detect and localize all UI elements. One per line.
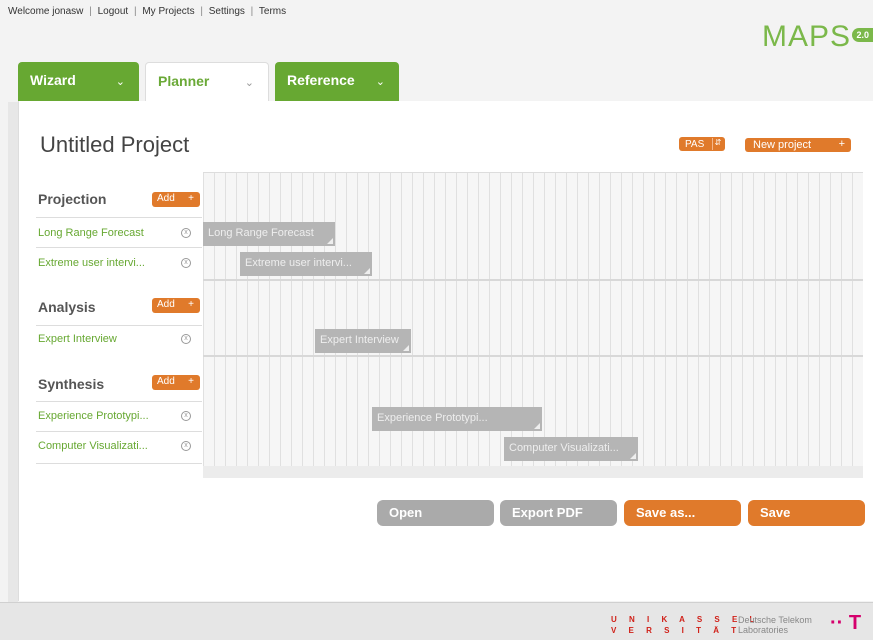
logout-link[interactable]: Logout [98, 6, 129, 17]
resize-handle-icon[interactable] [630, 453, 636, 459]
updown-arrows-icon: ⇵ [712, 138, 723, 150]
add-label: Add [157, 376, 175, 387]
timeline-bar[interactable]: Expert Interview [315, 329, 411, 353]
pas-select[interactable]: PAS ⇵ [679, 137, 725, 151]
bar-label: Experience Prototypi... [377, 412, 488, 424]
section-projection: Projection [38, 191, 107, 207]
tab-wizard[interactable]: Wizard ⌄ [18, 62, 139, 102]
list-divider [36, 401, 202, 402]
resize-handle-icon[interactable] [327, 238, 333, 244]
add-synthesis-button[interactable]: Add + [152, 375, 200, 390]
list-divider [36, 217, 202, 218]
section-analysis: Analysis [38, 299, 96, 315]
list-divider [36, 247, 202, 248]
settings-link[interactable]: Settings [209, 6, 245, 17]
dt-line: Deutsche Telekom [738, 615, 812, 625]
telekom-logo: ·· T · [830, 612, 862, 640]
my-projects-link[interactable]: My Projects [142, 6, 194, 17]
timeline-bar[interactable]: Long Range Forecast [203, 222, 335, 246]
remove-icon[interactable]: x [181, 441, 191, 451]
nav-separator: | [89, 6, 92, 17]
list-item[interactable]: Computer Visualizati... [38, 440, 148, 452]
list-divider [36, 431, 202, 432]
top-nav: Welcome jonasw | Logout | My Projects | … [8, 6, 289, 17]
new-project-label: New project [753, 139, 812, 151]
timeline-bar[interactable]: Computer Visualizati... [504, 437, 638, 461]
list-item[interactable]: Expert Interview [38, 333, 117, 345]
nav-separator: | [133, 6, 137, 17]
dt-line: Laboratories [738, 625, 789, 635]
chevron-down-icon: ⌄ [244, 77, 254, 89]
section-divider [203, 279, 863, 281]
version-badge: 2.0 [852, 28, 873, 42]
plus-icon: + [188, 376, 194, 387]
save-as-button[interactable]: Save as... [624, 500, 741, 526]
list-item[interactable]: Extreme user intervi... [38, 257, 145, 269]
section-synthesis: Synthesis [38, 376, 105, 392]
bar-label: Expert Interview [320, 334, 399, 346]
bar-label: Long Range Forecast [208, 227, 314, 239]
bar-label: Computer Visualizati... [509, 442, 619, 454]
save-button[interactable]: Save [748, 500, 865, 526]
section-divider [203, 355, 863, 357]
terms-link[interactable]: Terms [259, 6, 286, 17]
add-label: Add [157, 193, 175, 204]
tab-planner[interactable]: Planner ⌄ [145, 62, 269, 102]
panel-shadow [8, 102, 18, 602]
timeline-bar[interactable]: Experience Prototypi... [372, 407, 542, 431]
plus-icon: + [188, 299, 194, 310]
add-analysis-button[interactable]: Add + [152, 298, 200, 313]
resize-handle-icon[interactable] [403, 345, 409, 351]
pas-label: PAS [685, 139, 705, 150]
list-item[interactable]: Long Range Forecast [38, 227, 144, 239]
nav-separator: | [200, 6, 203, 17]
project-title: Untitled Project [40, 132, 190, 157]
list-divider [36, 325, 202, 326]
tab-label: Wizard [30, 72, 76, 88]
telekom-labs-text: Deutsche Telekom Laboratories [738, 615, 812, 635]
timeline-bar[interactable]: Extreme user intervi... [240, 252, 372, 276]
welcome-text: Welcome jonasw [8, 6, 84, 17]
brand-logo: MAPS [761, 20, 851, 53]
tab-label: Planner [158, 73, 210, 89]
chevron-down-icon: ⌄ [115, 76, 125, 88]
add-label: Add [157, 299, 175, 310]
remove-icon[interactable]: x [181, 334, 191, 344]
chevron-down-icon: ⌄ [375, 76, 385, 88]
open-button[interactable]: Open [377, 500, 494, 526]
tab-reference[interactable]: Reference ⌄ [275, 62, 399, 102]
plus-icon: + [838, 138, 845, 150]
plus-icon: + [188, 193, 194, 204]
timeline-scroll-area [203, 466, 863, 478]
list-item[interactable]: Experience Prototypi... [38, 410, 149, 422]
remove-icon[interactable]: x [181, 228, 191, 238]
remove-icon[interactable]: x [181, 411, 191, 421]
bar-label: Extreme user intervi... [245, 257, 352, 269]
resize-handle-icon[interactable] [364, 268, 370, 274]
resize-handle-icon[interactable] [534, 423, 540, 429]
list-divider [36, 463, 202, 464]
tab-label: Reference [287, 72, 355, 88]
remove-icon[interactable]: x [181, 258, 191, 268]
add-projection-button[interactable]: Add + [152, 192, 200, 207]
nav-separator: | [250, 6, 254, 17]
new-project-button[interactable]: New project + [745, 138, 851, 152]
export-pdf-button[interactable]: Export PDF [500, 500, 617, 526]
